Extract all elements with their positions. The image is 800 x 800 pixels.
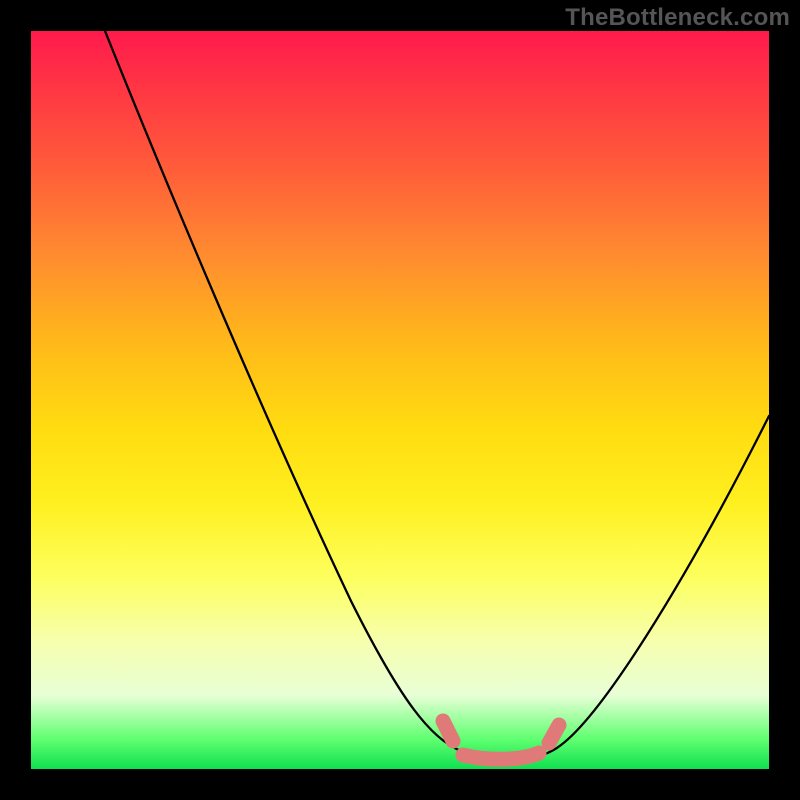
watermark-text: TheBottleneck.com xyxy=(565,4,790,32)
chart-frame: TheBottleneck.com xyxy=(0,0,800,800)
bottleneck-curve-svg xyxy=(31,31,769,769)
plot-area xyxy=(31,31,769,769)
curve-minimum-marker-right xyxy=(549,725,559,743)
curve-minimum-marker-flat xyxy=(463,753,539,759)
bottleneck-curve-line xyxy=(105,31,769,760)
curve-minimum-marker-left xyxy=(443,721,453,741)
